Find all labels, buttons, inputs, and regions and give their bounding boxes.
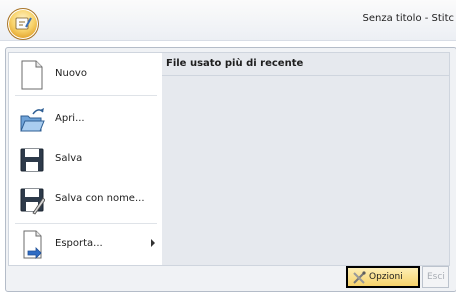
options-button[interactable]: Opzioni — [346, 266, 420, 288]
options-icon — [352, 271, 366, 285]
exit-button-label: Esci — [427, 272, 445, 282]
app-logo-icon — [15, 17, 32, 30]
menu-divider — [15, 223, 157, 224]
open-folder-icon — [19, 104, 45, 136]
menu-item-label: Salva con nome... — [55, 193, 145, 204]
application-button[interactable] — [7, 8, 39, 40]
floppy-disk-icon — [19, 144, 45, 176]
new-document-icon — [19, 59, 45, 91]
recent-files-pane: File usato più di recente — [162, 52, 450, 266]
menu-item-label: Apri... — [55, 113, 85, 124]
recent-files-header: File usato più di recente — [162, 53, 449, 76]
menu-item-label: Esporta... — [55, 238, 103, 249]
recent-files-title: File usato più di recente — [166, 58, 304, 69]
save-as-icon — [19, 184, 46, 216]
options-button-label: Opzioni — [369, 272, 403, 282]
menu-item-esporta[interactable]: Esporta... — [9, 225, 163, 265]
submenu-arrow-icon — [151, 239, 155, 247]
window-title: Senza titolo - Stitc — [362, 13, 454, 24]
menu-commands-pane: Nuovo Apri... Salva Salva con nome... Es… — [8, 52, 164, 266]
menu-divider — [15, 95, 157, 96]
menu-item-label: Nuovo — [55, 68, 87, 79]
title-bar: Senza titolo - Stitc — [0, 0, 456, 41]
menu-footer: Opzioni Esci — [8, 266, 449, 288]
menu-item-nuovo[interactable]: Nuovo — [9, 55, 163, 95]
menu-item-salva[interactable]: Salva — [9, 140, 163, 180]
exit-button[interactable]: Esci — [422, 266, 449, 288]
export-icon — [19, 229, 45, 261]
menu-item-apri[interactable]: Apri... — [9, 100, 163, 140]
menu-item-salva-con-nome[interactable]: Salva con nome... — [9, 180, 163, 220]
menu-item-label: Salva — [55, 153, 83, 164]
